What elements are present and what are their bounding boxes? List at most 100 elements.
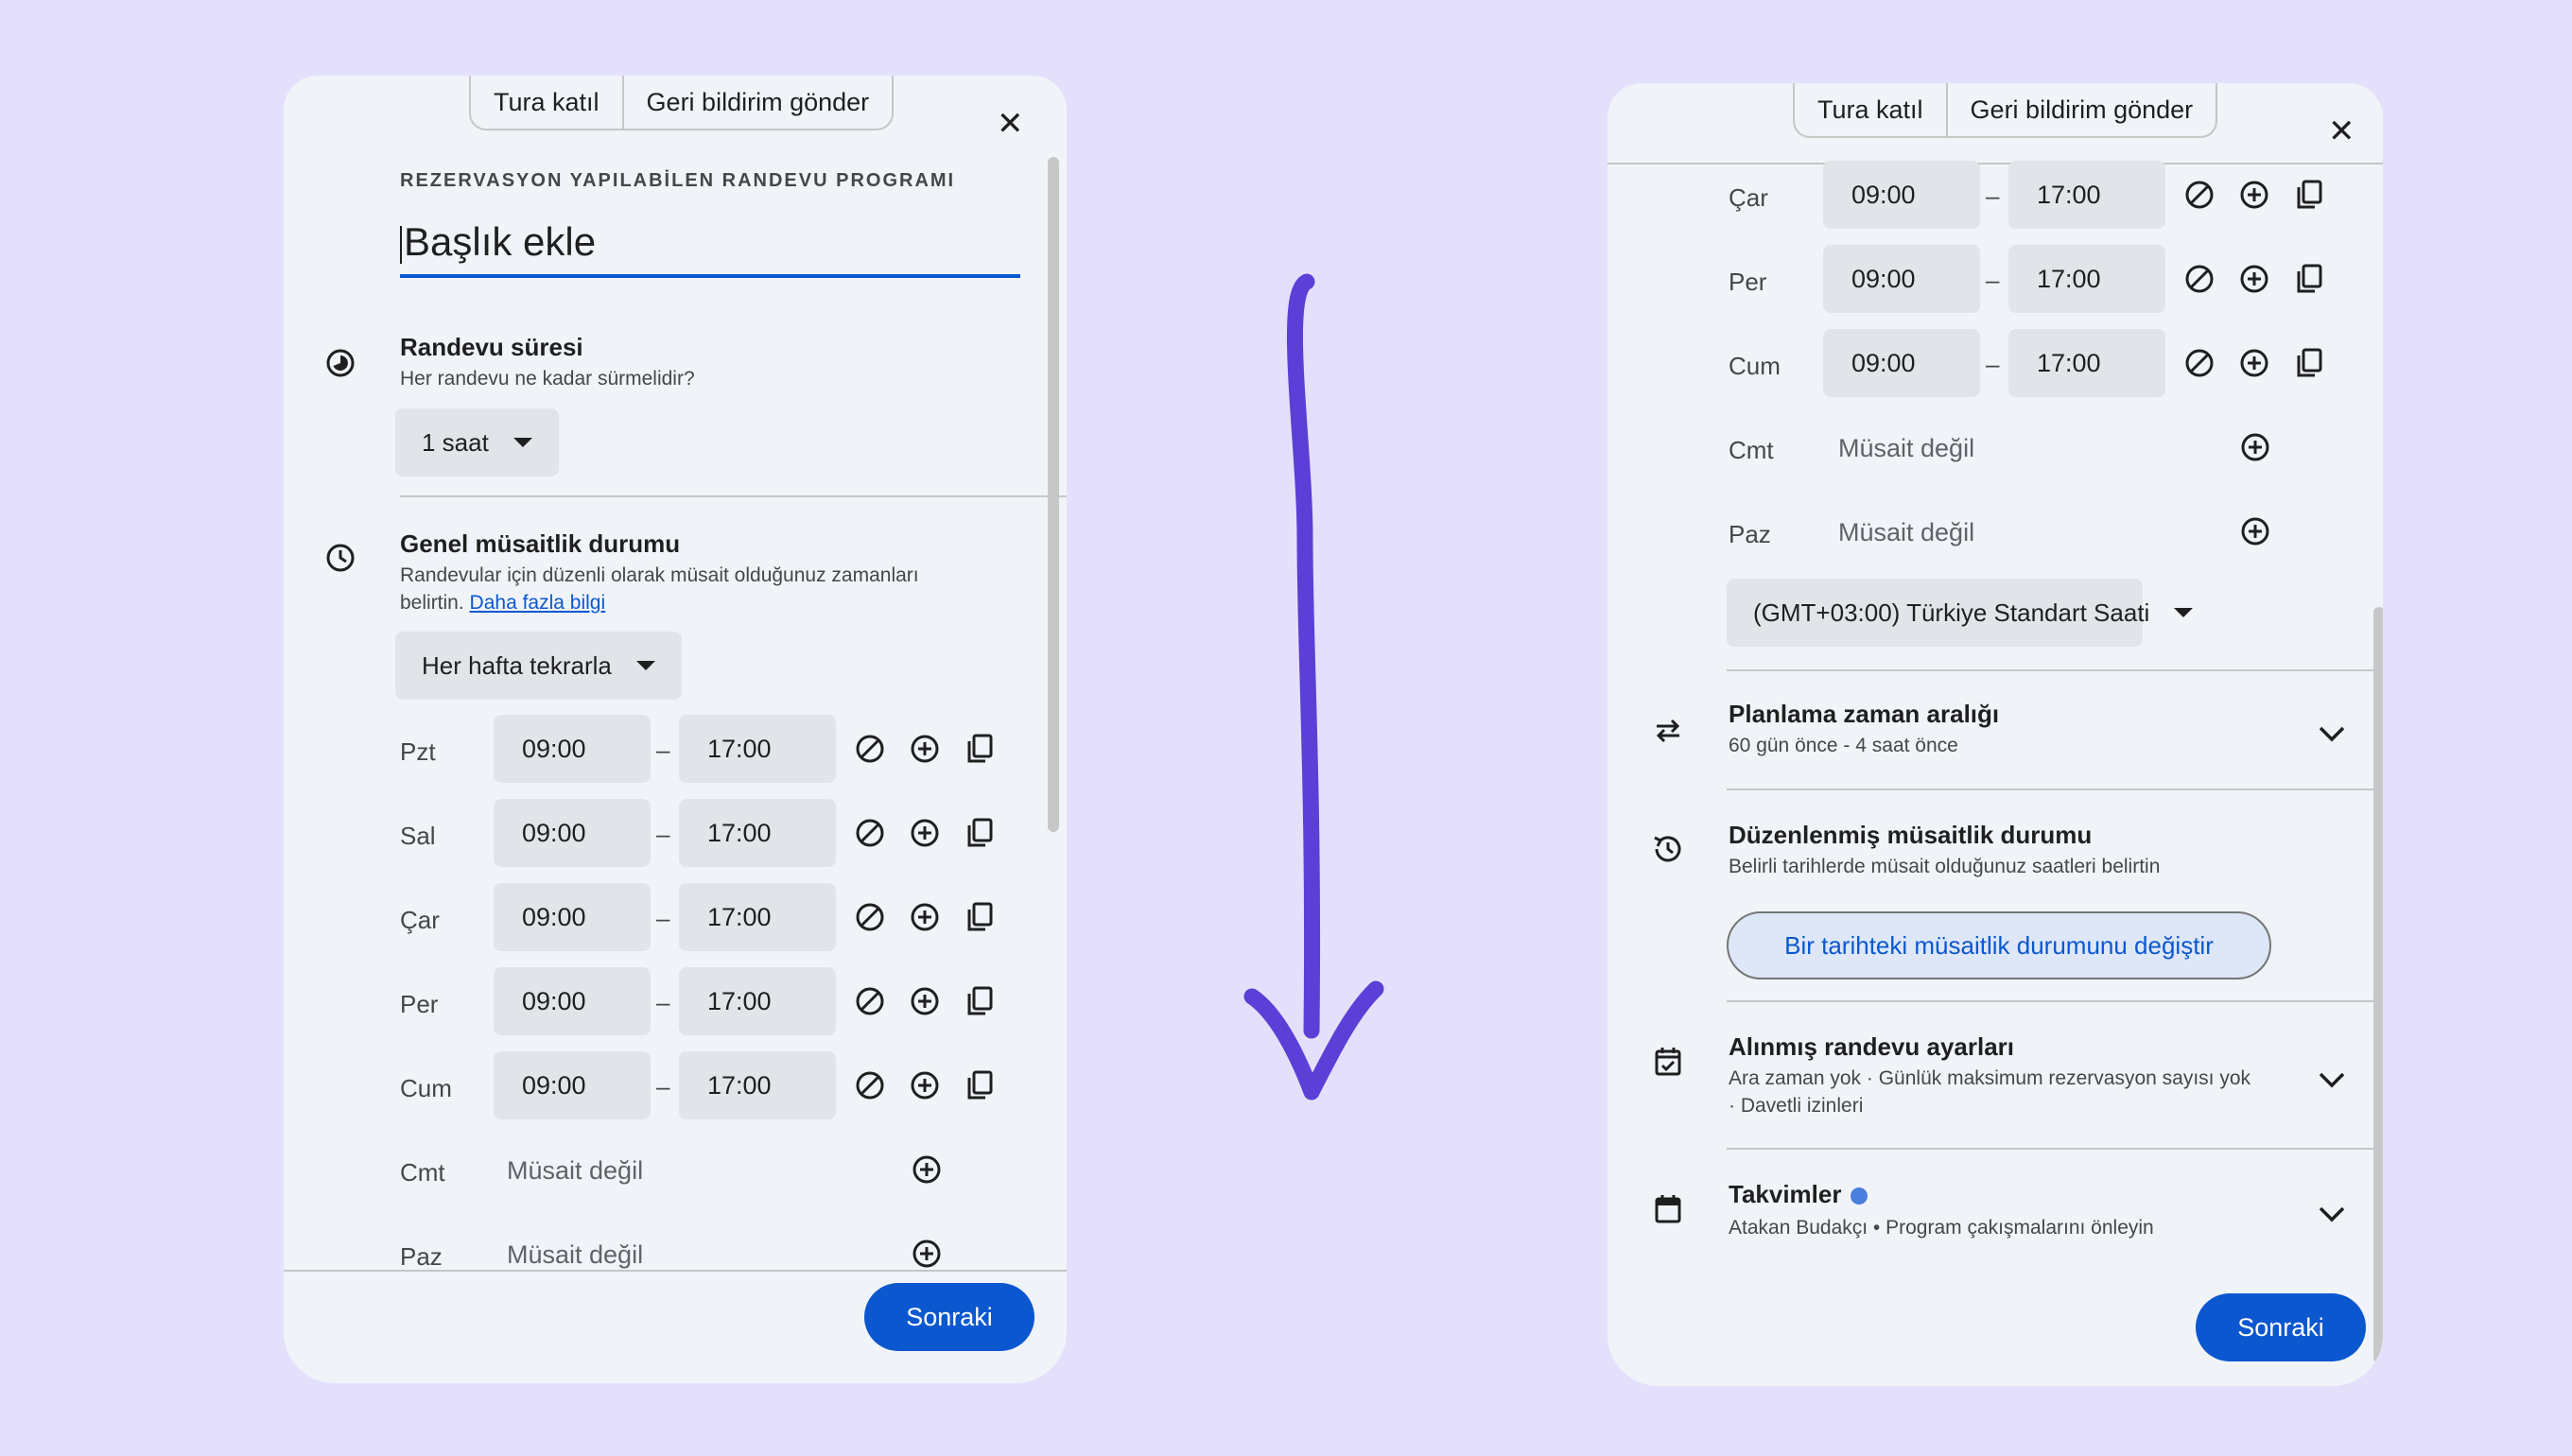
title-input[interactable]: Başlık ekle (400, 214, 1020, 278)
next-button[interactable]: Sonraki (2196, 1293, 2366, 1361)
add-circle-icon[interactable] (2236, 428, 2274, 466)
copy-icon[interactable] (2290, 260, 2328, 298)
day-label: Sal (400, 822, 436, 850)
learn-more-link[interactable]: Daha fazla bilgi (470, 592, 606, 614)
dropdown-arrow-icon (513, 438, 532, 447)
end-time-field[interactable]: 17:00 (679, 715, 836, 783)
page-overline: REZERVASYON YAPILABİLEN RANDEVU PROGRAMI (400, 170, 956, 191)
add-circle-icon[interactable] (2235, 344, 2273, 382)
day-label: Paz (1729, 520, 1771, 548)
start-time-field[interactable]: 09:00 (1823, 245, 1980, 313)
booked-subtitle: Ara zaman yok · Günlük maksimum rezervas… (1729, 1065, 2315, 1119)
title-placeholder: Başlık ekle (404, 219, 597, 264)
copy-icon[interactable] (961, 1066, 999, 1104)
add-circle-icon[interactable] (906, 982, 944, 1020)
close-icon[interactable]: ✕ (2328, 115, 2355, 147)
block-icon[interactable] (2181, 260, 2218, 298)
copy-icon[interactable] (961, 982, 999, 1020)
add-circle-icon[interactable] (2236, 512, 2274, 550)
block-icon[interactable] (851, 730, 889, 768)
day-label: Paz (400, 1242, 443, 1271)
divider (400, 495, 1067, 497)
copy-icon[interactable] (961, 898, 999, 936)
header-tabs: Tura katıl Geri bildirim gönder (1793, 83, 2218, 138)
tour-button[interactable]: Tura katıl (471, 76, 622, 129)
add-circle-icon[interactable] (2235, 260, 2273, 298)
block-icon[interactable] (2181, 176, 2218, 214)
block-icon[interactable] (851, 982, 889, 1020)
booked-expand-chevron-icon[interactable] (2313, 1061, 2351, 1099)
time-range-dash: – (656, 988, 670, 1016)
calendar-color-dot (1851, 1187, 1868, 1205)
calendars-subtitle: Atakan Budakçı • Program çakışmalarını ö… (1729, 1217, 2154, 1239)
text-caret (400, 225, 402, 264)
close-icon[interactable]: ✕ (997, 108, 1024, 140)
block-icon[interactable] (851, 814, 889, 852)
start-time-field[interactable]: 09:00 (494, 883, 651, 951)
add-circle-icon[interactable] (906, 1066, 944, 1104)
availability-title: Genel müsaitlik durumu (400, 529, 681, 558)
block-icon[interactable] (2181, 344, 2218, 382)
day-label: Cum (400, 1074, 452, 1102)
divider (1727, 1000, 2383, 1002)
next-button[interactable]: Sonraki (864, 1283, 1034, 1351)
calendars-title-text: Takvimler (1729, 1180, 1842, 1208)
end-time-field[interactable]: 17:00 (679, 799, 836, 867)
availability-subtitle-line2: belirtin. (400, 592, 464, 614)
copy-icon[interactable] (2290, 344, 2328, 382)
start-time-field[interactable]: 09:00 (494, 715, 651, 783)
end-time-field[interactable]: 17:00 (2008, 245, 2165, 313)
day-label: Cmt (1729, 436, 1774, 464)
timezone-select[interactable]: (GMT+03:00) Türkiye Standart Saati (1727, 579, 2194, 647)
divider (1727, 789, 2383, 790)
add-circle-icon[interactable] (2235, 176, 2273, 214)
tour-button[interactable]: Tura katıl (1795, 83, 1946, 136)
duration-icon (322, 344, 359, 382)
time-range-dash: – (1986, 182, 2000, 210)
end-time-field[interactable]: 17:00 (2008, 161, 2165, 229)
copy-icon[interactable] (2290, 176, 2328, 214)
block-icon[interactable] (851, 1066, 889, 1104)
planning-title: Planlama zaman aralığı (1729, 700, 2000, 728)
divider (1727, 1148, 2383, 1150)
start-time-field[interactable]: 09:00 (1823, 161, 1980, 229)
unavailable-label: Müsait değil (1838, 434, 1975, 462)
adjusted-subtitle: Belirli tarihlerde müsait olduğunuz saat… (1729, 856, 2161, 877)
duration-select[interactable]: 1 saat (395, 408, 559, 477)
calendars-expand-chevron-icon[interactable] (2313, 1195, 2351, 1233)
end-time-field[interactable]: 17:00 (679, 883, 836, 951)
day-label: Cmt (400, 1158, 445, 1187)
swap-arrows-icon (1649, 711, 1687, 749)
add-circle-icon[interactable] (906, 814, 944, 852)
scrollbar[interactable] (1048, 157, 1059, 832)
add-circle-icon[interactable] (906, 730, 944, 768)
planning-expand-chevron-icon[interactable] (2313, 715, 2351, 753)
calendars-title: Takvimler (1729, 1180, 1868, 1209)
start-time-field[interactable]: 09:00 (494, 967, 651, 1035)
add-circle-icon[interactable] (908, 1235, 946, 1273)
change-date-availability-button[interactable]: Bir tarihteki müsaitlik durumunu değişti… (1727, 911, 2271, 979)
booked-title: Alınmış randevu ayarları (1729, 1032, 2015, 1061)
start-time-field[interactable]: 09:00 (494, 799, 651, 867)
scrollbar[interactable] (2373, 607, 2383, 1363)
day-label: Çar (1729, 183, 1768, 212)
time-range-dash: – (656, 820, 670, 848)
add-circle-icon[interactable] (906, 898, 944, 936)
calendar-icon (1649, 1189, 1687, 1227)
repeat-select[interactable]: Her hafta tekrarla (395, 632, 682, 700)
start-time-field[interactable]: 09:00 (494, 1051, 651, 1119)
copy-icon[interactable] (961, 814, 999, 852)
right-panel: Tura katıl Geri bildirim gönder ✕ Çar 09:… (1608, 83, 2383, 1386)
adjusted-title: Düzenlenmiş müsaitlik durumu (1729, 821, 2093, 849)
end-time-field[interactable]: 17:00 (679, 1051, 836, 1119)
block-icon[interactable] (851, 898, 889, 936)
end-time-field[interactable]: 17:00 (679, 967, 836, 1035)
end-time-field[interactable]: 17:00 (2008, 329, 2165, 397)
copy-icon[interactable] (961, 730, 999, 768)
add-circle-icon[interactable] (908, 1151, 946, 1188)
divider (1727, 669, 2383, 671)
start-time-field[interactable]: 09:00 (1823, 329, 1980, 397)
feedback-button[interactable]: Geri bildirim gönder (621, 76, 893, 129)
day-label: Per (400, 990, 439, 1018)
feedback-button[interactable]: Geri bildirim gönder (1945, 83, 2216, 136)
